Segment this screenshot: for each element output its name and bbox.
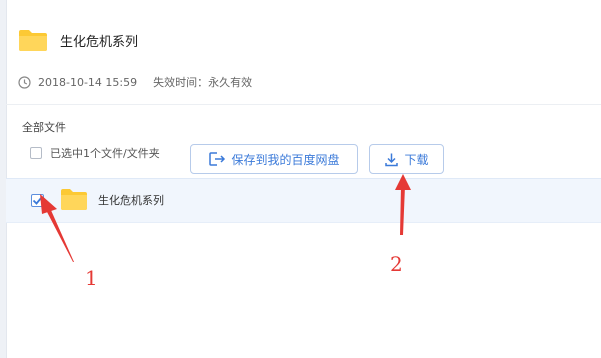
file-name[interactable]: 生化危机系列: [98, 192, 164, 208]
share-meta: 2018-10-14 15:59 失效时间：永久有效: [18, 74, 252, 90]
expiry-text: 失效时间：永久有效: [153, 76, 253, 89]
share-header: 生化危机系列: [18, 28, 138, 52]
row-checkbox[interactable]: [31, 194, 44, 207]
download-button-label: 下载: [404, 152, 429, 167]
save-to-netdisk-button[interactable]: 保存到我的百度网盘: [190, 144, 358, 174]
folder-icon: [61, 189, 87, 210]
save-to-disk-icon: [209, 152, 226, 166]
selection-bar: 已选中1个文件/文件夹: [30, 145, 160, 161]
table-row[interactable]: 生化危机系列: [6, 178, 601, 223]
checkmark-icon: [32, 196, 43, 205]
divider: [6, 104, 601, 105]
clock-icon: [18, 75, 31, 89]
annotation-label-1: 1: [85, 266, 98, 290]
select-all-checkbox[interactable]: [30, 147, 42, 159]
selected-count-label: 已选中1个文件/文件夹: [50, 147, 160, 160]
share-title: 生化危机系列: [60, 34, 139, 50]
download-icon: [385, 153, 399, 166]
breadcrumb[interactable]: 全部文件: [22, 119, 66, 135]
share-date: 2018-10-14 15:59: [38, 75, 138, 89]
annotation-label-2: 2: [390, 252, 403, 276]
download-button[interactable]: 下载: [369, 144, 444, 174]
save-button-label: 保存到我的百度网盘: [231, 152, 340, 167]
folder-icon: [19, 30, 47, 51]
